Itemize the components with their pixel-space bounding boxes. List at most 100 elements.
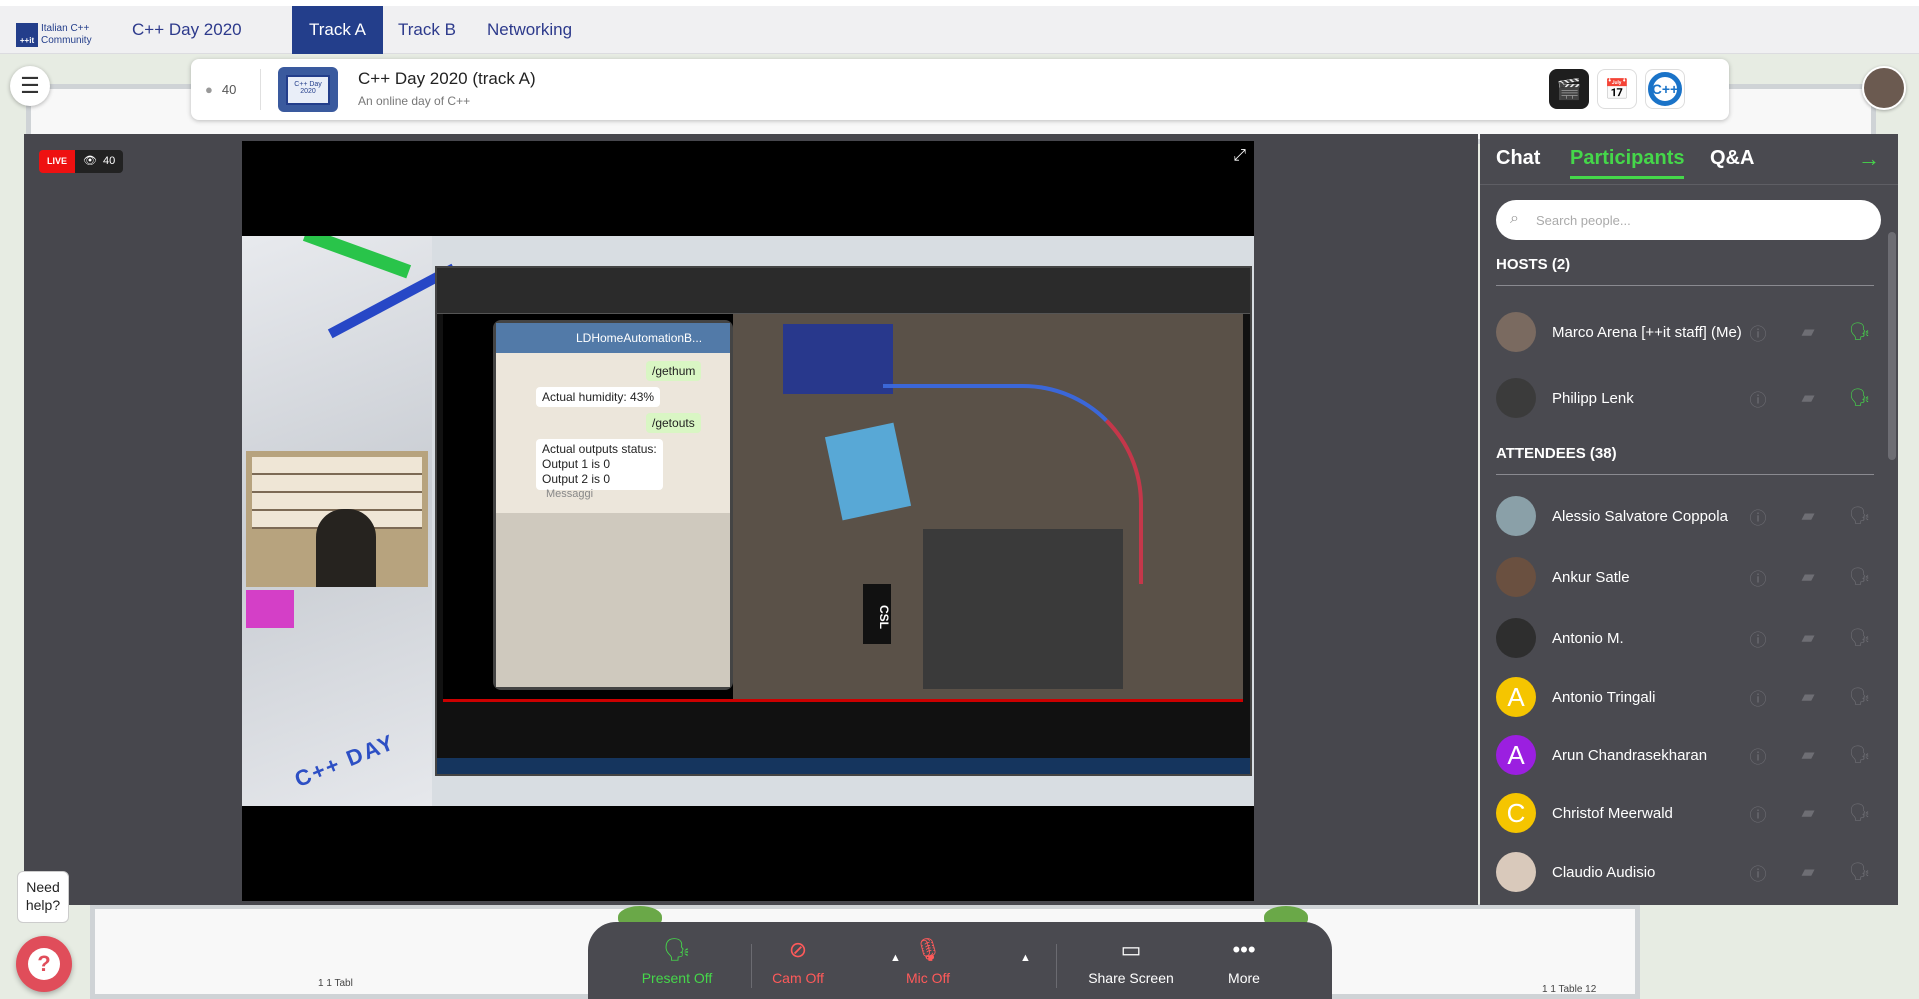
info-icon[interactable]: ⓘ: [1749, 504, 1767, 529]
share-screen-button[interactable]: ▭ Share Screen: [1086, 936, 1176, 986]
presenter-icon[interactable]: 🗣: [1849, 687, 1871, 707]
panel-scrollbar[interactable]: [1888, 232, 1896, 460]
fullscreen-icon[interactable]: ⤢: [1233, 147, 1246, 165]
presenter-icon[interactable]: 🗣: [1849, 567, 1871, 587]
tab-networking[interactable]: Networking: [472, 6, 587, 54]
tab-track-b[interactable]: Track B: [383, 6, 471, 54]
more-button[interactable]: ••• More: [1214, 936, 1274, 986]
cpp-day-overlay: C++ DAY: [290, 729, 399, 793]
message-icon[interactable]: ▰: [1799, 322, 1817, 342]
avatar: [1496, 557, 1536, 597]
tab-track-a[interactable]: Track A: [292, 6, 383, 54]
search-people-field[interactable]: ⌕: [1496, 200, 1881, 240]
present-off-button[interactable]: 🗣 Present Off: [632, 936, 722, 986]
participant-row[interactable]: Marco Arena [++it staff] (Me) ⓘ ▰ 🗣: [1496, 309, 1874, 355]
help-button[interactable]: ?: [16, 936, 72, 992]
participant-row[interactable]: A Arun Chandrasekharan ⓘ ▰ 🗣: [1496, 732, 1874, 778]
message-icon[interactable]: ▰: [1799, 628, 1817, 648]
participant-row[interactable]: Alessio Salvatore Coppola ⓘ ▰ 🗣: [1496, 493, 1874, 539]
presenter-icon[interactable]: 🗣: [1849, 506, 1871, 526]
participant-row[interactable]: C Christof Meerwald ⓘ ▰ 🗣: [1496, 790, 1874, 836]
presenter-icon[interactable]: 🗣: [1849, 803, 1871, 823]
attendees-heading: ATTENDEES (38): [1496, 445, 1617, 462]
help-tooltip: Need help?: [17, 871, 69, 923]
presenter-icon[interactable]: 🗣: [1849, 322, 1871, 342]
info-icon[interactable]: ⓘ: [1749, 860, 1767, 885]
participant-row[interactable]: Antonio M. ⓘ ▰ 🗣: [1496, 615, 1874, 661]
community-logo[interactable]: ++it Italian C++ Community: [16, 21, 98, 49]
divider: [1056, 944, 1057, 988]
schedule-button[interactable]: 📅: [1597, 69, 1637, 109]
question-icon: ?: [28, 948, 60, 980]
participant-name: Arun Chandrasekharan: [1552, 746, 1708, 764]
cam-off-button[interactable]: ⊘ Cam Off: [766, 936, 830, 986]
chat-message-block: Actual outputs status: Output 1 is 0 Out…: [536, 439, 663, 490]
logo-line1: Italian C++: [41, 23, 90, 34]
search-people-input[interactable]: [1536, 200, 1866, 240]
hamburger-menu-button[interactable]: ☰: [10, 66, 50, 106]
message-icon[interactable]: ▰: [1799, 745, 1817, 765]
avatar: [1496, 378, 1536, 418]
viewer-count: 👁 40: [75, 150, 124, 173]
info-icon[interactable]: ⓘ: [1749, 565, 1767, 590]
message-icon[interactable]: ▰: [1799, 567, 1817, 587]
speaker-webcam: [246, 451, 428, 587]
participant-actions: ⓘ ▰ 🗣: [1749, 375, 1871, 421]
help-line2: help?: [25, 897, 61, 913]
chat-line: Output 2 is 0: [542, 472, 611, 486]
tab-qa[interactable]: Q&A: [1710, 147, 1754, 170]
presenter-icon[interactable]: 🗣: [1849, 745, 1871, 765]
message-icon[interactable]: ▰: [1799, 687, 1817, 707]
video-player[interactable]: ⤢ C++ DAY LDHomeAutomationB... /gethum A…: [242, 141, 1254, 901]
logo-mark: ++it: [16, 23, 38, 47]
participant-row[interactable]: Philipp Lenk ⓘ ▰ 🗣: [1496, 375, 1874, 421]
event-logo-button[interactable]: C++: [1645, 69, 1685, 109]
session-subtitle: An online day of C++: [358, 94, 471, 108]
more-label: More: [1228, 970, 1260, 986]
screen-share-icon: ▭: [1120, 937, 1142, 962]
avatar: A: [1496, 735, 1536, 775]
relay-module: [783, 324, 893, 394]
participant-row[interactable]: Ankur Satle ⓘ ▰ 🗣: [1496, 554, 1874, 600]
logo-text: Italian C++ Community: [41, 23, 97, 47]
info-icon[interactable]: ⓘ: [1749, 320, 1767, 345]
stage-view-button[interactable]: 🎬: [1549, 69, 1589, 109]
participant-name: Philipp Lenk: [1552, 389, 1634, 407]
user-avatar[interactable]: [1862, 66, 1906, 110]
info-icon[interactable]: ⓘ: [1749, 386, 1767, 411]
participant-name: Marco Arena [++it staff] (Me): [1552, 323, 1742, 341]
video-frame: C++ DAY LDHomeAutomationB... /gethum Act…: [242, 236, 1254, 806]
tab-chat[interactable]: Chat: [1496, 147, 1540, 170]
message-icon[interactable]: ▰: [1799, 862, 1817, 882]
hardware-board: CSL: [733, 314, 1243, 699]
divider: [1496, 285, 1874, 286]
participant-name: Alessio Salvatore Coppola: [1552, 507, 1728, 525]
presenter-icon[interactable]: 🗣: [1849, 388, 1871, 408]
participant-actions: ⓘ ▰ 🗣: [1749, 493, 1871, 539]
divider: [260, 69, 261, 110]
tab-participants[interactable]: Participants: [1570, 147, 1685, 179]
participants-panel: Chat Participants Q&A → ⌕ HOSTS (2) Marc…: [1480, 134, 1898, 905]
thumbnail-text: C++ Day 2020: [286, 75, 330, 105]
clapperboard-icon: 🎬: [1556, 78, 1582, 101]
avatar: [1496, 312, 1536, 352]
mic-off-button[interactable]: 🎙 Mic Off: [897, 936, 959, 986]
info-icon[interactable]: ⓘ: [1749, 801, 1767, 826]
browser-bar: [437, 268, 1250, 314]
presenter-icon[interactable]: 🗣: [1849, 862, 1871, 882]
info-icon[interactable]: ⓘ: [1749, 685, 1767, 710]
message-icon[interactable]: ▰: [1799, 388, 1817, 408]
message-icon[interactable]: ▰: [1799, 506, 1817, 526]
info-icon[interactable]: ⓘ: [1749, 626, 1767, 651]
message-icon[interactable]: ▰: [1799, 803, 1817, 823]
viewer-count-value: 40: [102, 155, 116, 167]
mic-options-chevron-up-icon[interactable]: ▲: [1020, 952, 1031, 964]
collapse-panel-arrow-icon[interactable]: →: [1858, 146, 1880, 172]
chat-message: /gethum: [646, 361, 702, 381]
presenter-icon[interactable]: 🗣: [1849, 628, 1871, 648]
participant-row[interactable]: Claudio Audisio ⓘ ▰ 🗣: [1496, 849, 1874, 895]
info-icon[interactable]: ⓘ: [1749, 743, 1767, 768]
participant-row[interactable]: A Antonio Tringali ⓘ ▰ 🗣: [1496, 674, 1874, 720]
message-input-placeholder: Messaggi: [546, 488, 594, 500]
tab-event[interactable]: C++ Day 2020: [117, 6, 257, 54]
